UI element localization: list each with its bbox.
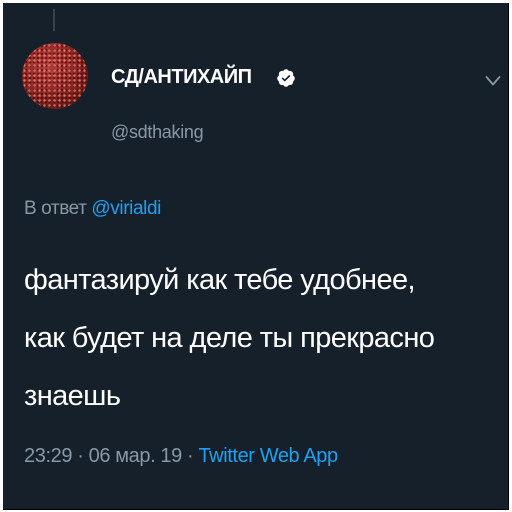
reply-mention-link[interactable]: @virialdi [91, 198, 161, 219]
tweet-text-line: знаешь [24, 380, 121, 412]
meta-separator: · [77, 445, 84, 467]
reply-prefix: В ответ [24, 198, 87, 219]
author-handle[interactable]: @sdthaking [111, 122, 204, 143]
tweet-card: СД/АНТИХАЙП @sdthaking В ответ @virialdi… [3, 3, 508, 509]
reply-context: В ответ @virialdi [24, 198, 161, 220]
chevron-down-icon[interactable] [485, 75, 501, 87]
thread-connector-line [53, 9, 55, 31]
tweet-text-line: фантазируй как тебе удобнее, [24, 264, 416, 296]
tweet-text: фантазируй как тебе удобнее, как будет на… [24, 251, 504, 425]
tweet-date[interactable]: 06 мар. 19 [89, 445, 183, 467]
tweet-text-line: как будет на деле ты прекрасно [24, 322, 435, 354]
meta-separator: · [187, 445, 194, 467]
tweet-time[interactable]: 23:29 [24, 445, 72, 467]
tweet-source-link[interactable]: Twitter Web App [198, 445, 338, 467]
author-display-name[interactable]: СД/АНТИХАЙП [111, 66, 252, 89]
tweet-meta: 23:29 · 06 мар. 19 · Twitter Web App [24, 445, 338, 468]
avatar[interactable] [22, 43, 88, 109]
verified-badge-icon [277, 69, 295, 87]
